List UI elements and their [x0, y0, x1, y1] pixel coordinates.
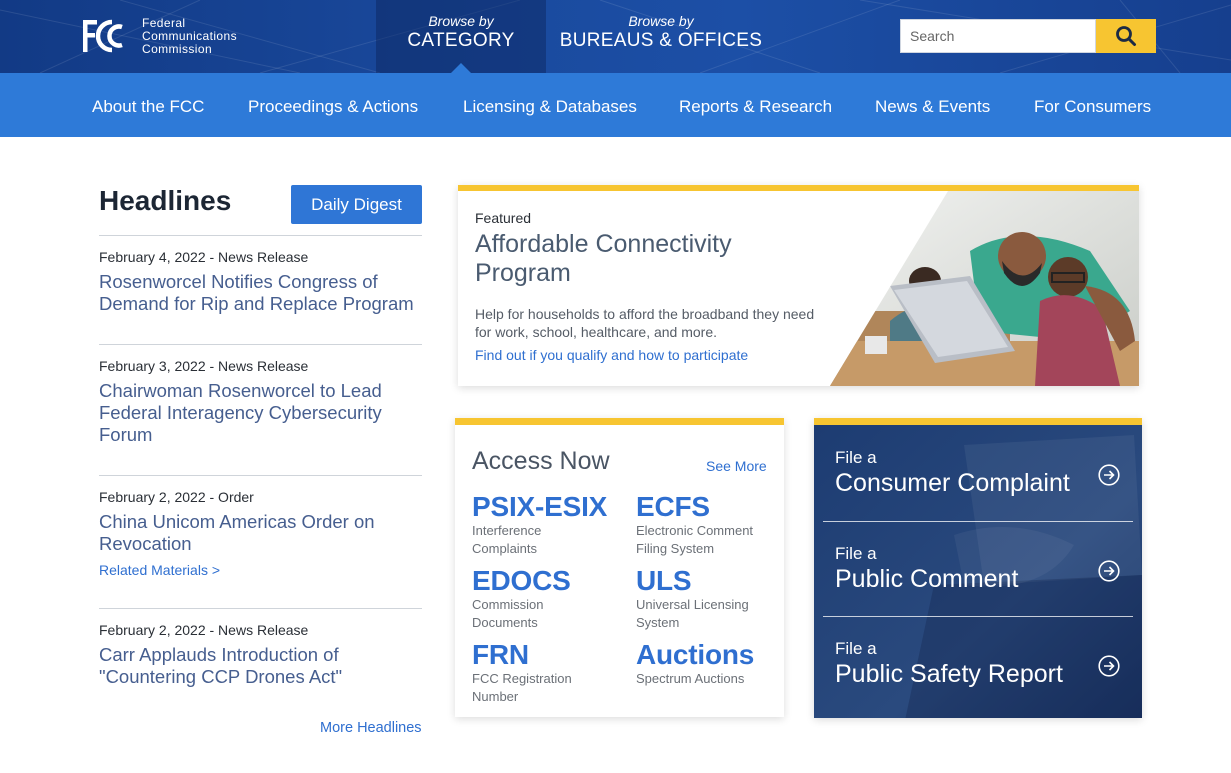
- tool-description: FCC Registration Number: [472, 671, 572, 704]
- main-nav: About the FCC Proceedings & Actions Lice…: [0, 73, 1231, 137]
- nav-item-consumers[interactable]: For Consumers: [1034, 97, 1151, 117]
- headline-meta: February 2, 2022 - Order: [99, 489, 254, 505]
- tool-name: FRN: [472, 639, 529, 670]
- tool-description: Electronic Comment Filing System: [636, 523, 754, 556]
- browse-prefix: Browse by: [628, 13, 694, 29]
- browse-prefix: Browse by: [428, 13, 494, 29]
- file-prefix: File a: [835, 639, 877, 658]
- related-materials-link[interactable]: Related Materials >: [99, 562, 429, 578]
- file-public-safety-report[interactable]: File a Public Safety Report: [814, 616, 1142, 711]
- headline-link[interactable]: Chairwoman Rosenworcel to Lead Federal I…: [99, 380, 429, 446]
- access-now-title: Access Now: [472, 447, 610, 475]
- headline-meta: February 4, 2022 - News Release: [99, 249, 309, 265]
- file-public-comment[interactable]: File a Public Comment: [814, 521, 1142, 616]
- logo-wordmark: Federal Communications Commission: [142, 15, 237, 56]
- logo-line: Federal: [142, 15, 186, 30]
- headline-meta: February 2, 2022 - News Release: [99, 622, 309, 638]
- file-label: Public Comment: [835, 565, 1019, 593]
- divider: [99, 235, 422, 236]
- file-label: Public Safety Report: [835, 660, 1063, 688]
- divider: [99, 344, 422, 345]
- featured-photo: [830, 191, 1139, 386]
- headline-item: February 3, 2022 - News Release Chairwom…: [99, 358, 429, 446]
- headline-link[interactable]: Rosenworcel Notifies Congress of Demand …: [99, 271, 429, 315]
- tool-name: PSIX-ESIX: [472, 491, 608, 522]
- tool-uls[interactable]: ULS Universal Licensing System: [636, 566, 786, 632]
- file-prefix: File a: [835, 448, 877, 467]
- divider: [99, 608, 422, 609]
- file-prefix: File a: [835, 544, 877, 563]
- browse-by-category-tab[interactable]: Browse by CATEGORY: [376, 0, 546, 73]
- daily-digest-button[interactable]: Daily Digest: [291, 185, 422, 224]
- circle-arrow-right-icon: [1098, 464, 1120, 486]
- nav-item-licensing[interactable]: Licensing & Databases: [463, 97, 637, 117]
- tool-ecfs[interactable]: ECFS Electronic Comment Filing System: [636, 492, 786, 558]
- nav-item-reports[interactable]: Reports & Research: [679, 97, 832, 117]
- tool-description: Universal Licensing System: [636, 597, 749, 630]
- nav-item-proceedings[interactable]: Proceedings & Actions: [248, 97, 418, 117]
- tool-name: EDOCS: [472, 565, 571, 596]
- headline-link[interactable]: China Unicom Americas Order on Revocatio…: [99, 511, 429, 555]
- circle-arrow-right-icon: [1098, 655, 1120, 677]
- tool-description: Interference Complaints: [472, 523, 542, 556]
- featured-title: Affordable Connectivity Program: [475, 230, 732, 287]
- tool-frn[interactable]: FRN FCC Registration Number: [472, 640, 622, 706]
- tool-edocs[interactable]: EDOCS Commission Documents: [472, 566, 622, 632]
- logo-line: Communications: [142, 28, 237, 43]
- circle-arrow-right-icon: [1098, 560, 1120, 582]
- active-tab-caret: [451, 63, 471, 73]
- browse-label: BUREAUS & OFFICES: [559, 30, 763, 51]
- fcc-logo[interactable]: Federal Communications Commission: [81, 16, 237, 56]
- headline-item: February 2, 2022 - News Release Carr App…: [99, 622, 429, 688]
- browse-label: CATEGORY: [407, 30, 515, 51]
- nav-item-about[interactable]: About the FCC: [92, 97, 204, 117]
- headline-item: February 2, 2022 - Order China Unicom Am…: [99, 489, 429, 578]
- search-button[interactable]: [1096, 19, 1156, 53]
- headline-meta: February 3, 2022 - News Release: [99, 358, 309, 374]
- access-now-card: Access Now See More PSIX-ESIX Interferen…: [455, 418, 784, 717]
- featured-kicker: Featured: [475, 210, 532, 226]
- featured-description: Help for households to afford the broadb…: [475, 306, 815, 340]
- tool-name: Auctions: [636, 639, 755, 670]
- featured-link[interactable]: Find out if you qualify and how to parti…: [475, 347, 748, 363]
- tool-description: Spectrum Auctions: [636, 671, 745, 686]
- tool-auctions[interactable]: Auctions Spectrum Auctions: [636, 640, 786, 688]
- tool-name: ULS: [636, 565, 692, 596]
- site-header: Federal Communications Commission Browse…: [0, 0, 1231, 73]
- browse-by-bureaus-tab[interactable]: Browse by BUREAUS & OFFICES: [546, 0, 776, 73]
- featured-card: Featured Affordable Connectivity Program…: [458, 185, 1139, 386]
- more-headlines-link[interactable]: More Headlines: [320, 720, 422, 736]
- logo-line: Commission: [142, 41, 213, 56]
- file-consumer-complaint[interactable]: File a Consumer Complaint: [814, 425, 1142, 520]
- divider: [99, 475, 422, 476]
- fcc-logo-icon: [83, 19, 123, 53]
- headline-item: February 4, 2022 - News Release Rosenwor…: [99, 249, 429, 315]
- file-label: Consumer Complaint: [835, 469, 1070, 497]
- see-more-link[interactable]: See More: [706, 458, 767, 474]
- search-input[interactable]: [900, 19, 1096, 53]
- headline-link[interactable]: Carr Applauds Introduction of "Counterin…: [99, 644, 429, 688]
- file-actions-panel: File a Consumer Complaint File a Public …: [814, 418, 1142, 718]
- tool-psix-esix[interactable]: PSIX-ESIX Interference Complaints: [472, 492, 622, 558]
- tool-description: Commission Documents: [472, 597, 544, 630]
- tool-name: ECFS: [636, 491, 710, 522]
- magnifier-icon: [1116, 26, 1136, 46]
- nav-item-news[interactable]: News & Events: [875, 97, 990, 117]
- headlines-title: Headlines: [99, 185, 232, 216]
